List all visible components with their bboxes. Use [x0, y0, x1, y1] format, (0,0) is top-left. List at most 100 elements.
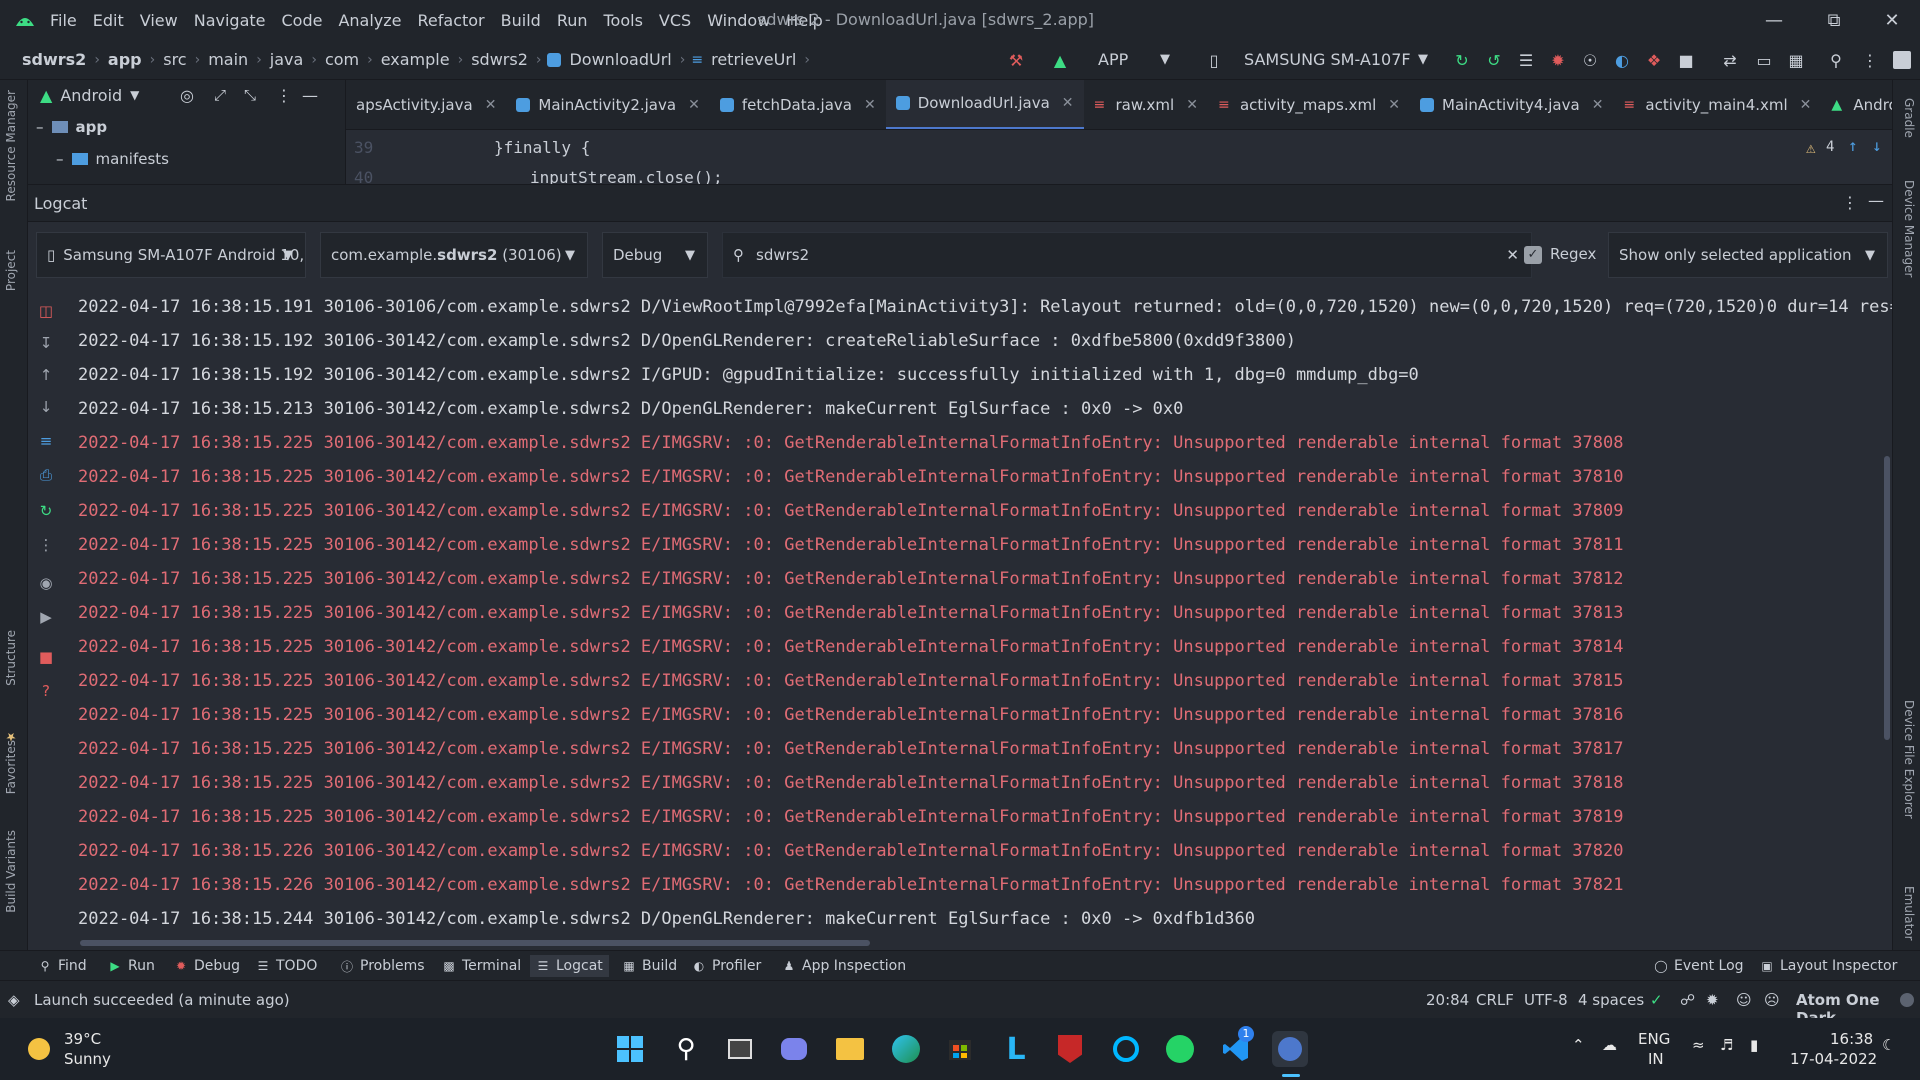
edge-icon[interactable]: [888, 1031, 924, 1067]
whatsapp-icon[interactable]: [1162, 1031, 1198, 1067]
regex-checkbox[interactable]: ✓: [1524, 246, 1542, 264]
tab-build[interactable]: ▦ Build: [622, 955, 677, 977]
screenshot-icon[interactable]: ◉: [37, 574, 55, 592]
status-layers-icon[interactable]: ◈: [8, 991, 20, 1009]
close-icon[interactable]: ✕: [1388, 97, 1400, 113]
screen-record-icon[interactable]: ▶: [37, 608, 55, 626]
tab-mainactivity2[interactable]: MainActivity2.java ✕: [506, 80, 709, 129]
gradle-tab[interactable]: Gradle: [1902, 98, 1916, 138]
breadcrumb-item[interactable]: src: [161, 50, 188, 69]
help-icon[interactable]: ?: [37, 682, 55, 700]
memory-indicator-icon[interactable]: [1900, 993, 1914, 1007]
tab-apsactivity[interactable]: apsActivity.java ✕: [346, 80, 506, 129]
collapse-icon[interactable]: –: [36, 118, 44, 136]
list-icon[interactable]: ☰: [1514, 48, 1538, 72]
expand-icon[interactable]: ⤢: [214, 86, 226, 104]
device-select[interactable]: ▯ Samsung SM-A107F Android 10, ▼: [36, 232, 306, 278]
code-editor[interactable]: 39 }finally { 40 inputStream.close(); ⚠ …: [346, 130, 1892, 187]
tab-androidmanifest[interactable]: ▲AndroidManifest.xml✕: [1821, 80, 1892, 129]
build-variants-tab[interactable]: Build Variants: [4, 830, 18, 913]
run-config-dropdown[interactable]: APP: [1098, 50, 1128, 69]
close-icon[interactable]: ✕: [1062, 95, 1074, 111]
weather-temp[interactable]: 39°C: [64, 1030, 101, 1048]
close-icon[interactable]: ✕: [688, 97, 700, 113]
search-input[interactable]: ⚲ sdwrs2 ✕: [722, 232, 1532, 278]
close-icon[interactable]: ✕: [485, 97, 497, 113]
project-tab[interactable]: Project: [4, 250, 18, 291]
more-options-icon[interactable]: ⋮: [276, 86, 292, 105]
horizontal-scrollbar[interactable]: [80, 940, 870, 946]
restart-icon[interactable]: ↻: [37, 502, 55, 520]
tab-app-inspection[interactable]: ♟ App Inspection: [782, 955, 907, 977]
menu-vcs[interactable]: VCS: [651, 11, 699, 30]
device-manager-tab[interactable]: Device Manager: [1902, 180, 1916, 277]
breadcrumb-item[interactable]: com: [323, 50, 361, 69]
minimize-icon[interactable]: —: [1756, 6, 1792, 34]
smile-icon[interactable]: ☺: [1736, 991, 1752, 1009]
hide-panel-icon[interactable]: —: [1868, 191, 1884, 210]
menu-analyze[interactable]: Analyze: [330, 11, 409, 30]
more-options-icon[interactable]: ⋮: [37, 536, 55, 554]
chevron-up-icon[interactable]: ⌃: [1572, 1036, 1585, 1054]
mcafee-icon[interactable]: [1052, 1031, 1088, 1067]
tab-event-log[interactable]: ◯ Event Log: [1654, 955, 1743, 977]
task-view-icon[interactable]: [722, 1031, 758, 1067]
chat-icon[interactable]: [776, 1031, 812, 1067]
breadcrumb-item[interactable]: sdwrs2: [469, 50, 530, 69]
scope-select[interactable]: Show only selected application ▼: [1608, 232, 1888, 278]
tree-item-app[interactable]: – app: [28, 110, 345, 144]
android-studio-taskbar-icon[interactable]: [1272, 1031, 1308, 1067]
volume-icon[interactable]: ♬: [1720, 1036, 1733, 1054]
breadcrumb-item[interactable]: DownloadUrl: [567, 50, 673, 69]
chevron-down-icon[interactable]: ▼: [130, 88, 139, 102]
soft-wrap-icon[interactable]: ≡: [37, 432, 55, 450]
menu-run[interactable]: Run: [549, 11, 596, 30]
chevron-down-icon[interactable]: ▼: [1160, 52, 1170, 67]
avatar[interactable]: [1890, 48, 1914, 72]
breadcrumb-item[interactable]: retrieveUrl: [709, 50, 798, 69]
store-icon[interactable]: [942, 1031, 978, 1067]
apply-changes-icon[interactable]: ↻: [1450, 48, 1474, 72]
arrow-down-icon[interactable]: ↓: [37, 398, 55, 416]
collapse-icon[interactable]: ⤡: [244, 86, 256, 104]
search-icon[interactable]: ⚲: [1824, 48, 1848, 72]
feedback-icon[interactable]: ☹: [1764, 991, 1780, 1009]
structure-tab[interactable]: Structure: [4, 630, 18, 686]
menu-view[interactable]: View: [132, 11, 186, 30]
tab-fetchdata[interactable]: fetchData.java ✕: [710, 80, 886, 129]
project-view-dropdown[interactable]: Android: [60, 86, 122, 105]
profiler-icon[interactable]: ◐: [1610, 48, 1634, 72]
sync-gradle-icon[interactable]: ⇄: [1718, 48, 1742, 72]
menu-tools[interactable]: Tools: [596, 11, 651, 30]
tab-mainactivity4[interactable]: MainActivity4.java ✕: [1410, 80, 1613, 129]
tab-activity-maps[interactable]: ≡ activity_maps.xml ✕: [1208, 80, 1410, 129]
menu-refactor[interactable]: Refactor: [410, 11, 493, 30]
clock-date[interactable]: 17-04-2022: [1790, 1050, 1877, 1068]
tab-activity-main4[interactable]: ≡ activity_main4.xml ✕: [1613, 80, 1821, 129]
focus-icon[interactable]: ☾: [1882, 1036, 1895, 1054]
breadcrumb-item[interactable]: java: [268, 50, 306, 69]
cortana-icon[interactable]: [1108, 1031, 1144, 1067]
stop-icon[interactable]: ■: [37, 648, 55, 666]
attach-debugger-icon[interactable]: ❖: [1642, 48, 1666, 72]
print-icon[interactable]: ⎙: [37, 466, 55, 484]
collapse-icon[interactable]: –: [56, 150, 64, 168]
resource-manager-tab[interactable]: Resource Manager: [4, 90, 18, 201]
vertical-scrollbar[interactable]: [1884, 456, 1890, 740]
arrow-up-icon[interactable]: ↑: [37, 366, 55, 384]
menu-edit[interactable]: Edit: [85, 11, 132, 30]
tab-profiler[interactable]: ◐ Profiler: [692, 955, 762, 977]
tab-downloadurl[interactable]: DownloadUrl.java ✕: [885, 80, 1084, 129]
stop-icon[interactable]: ■: [1674, 48, 1698, 72]
tab-debug[interactable]: ✹ Debug: [174, 955, 240, 977]
tab-terminal[interactable]: ▩ Terminal: [442, 955, 521, 977]
more-options-icon[interactable]: ⋮: [1858, 48, 1882, 72]
sdk-manager-icon[interactable]: ▦: [1784, 48, 1808, 72]
close-icon[interactable]: ✕: [1186, 97, 1198, 113]
close-window-icon[interactable]: ✕: [1874, 6, 1910, 34]
cloud-icon[interactable]: ☁: [1602, 1036, 1617, 1054]
lock-icon[interactable]: ☍: [1680, 991, 1695, 1009]
menu-build[interactable]: Build: [493, 11, 549, 30]
apply-code-changes-icon[interactable]: ↺: [1482, 48, 1506, 72]
chevron-down-icon[interactable]: ▼: [1418, 52, 1428, 67]
